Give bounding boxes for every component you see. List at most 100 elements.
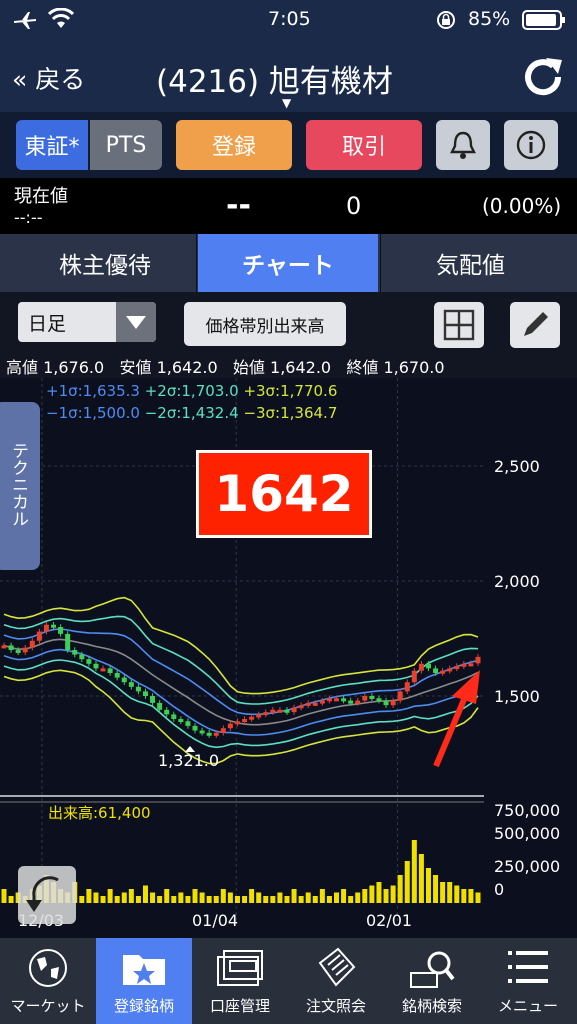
volume-bar — [277, 892, 283, 903]
volume-bar — [79, 896, 85, 903]
candle-body — [468, 663, 474, 667]
volume-bar — [404, 861, 410, 903]
volume-bar — [326, 896, 332, 903]
nav-orders[interactable]: 注文照会 — [288, 938, 384, 1024]
candle-body — [15, 650, 21, 653]
volume-bar — [284, 896, 290, 903]
candle-body — [36, 631, 42, 641]
band-legend-lower: −1σ:1,500.0 −2σ:1,432.4 −3σ:1,364.7 — [46, 404, 337, 422]
chevron-down-icon[interactable]: ▼ — [282, 96, 291, 110]
volume-bar — [461, 889, 467, 903]
low-price-marker — [185, 746, 195, 752]
candle-body — [263, 712, 269, 716]
market-pts-button[interactable]: PTS — [90, 120, 162, 170]
technical-tab[interactable]: テクニカル — [0, 402, 40, 570]
bell-icon — [450, 131, 476, 159]
candle-body — [178, 719, 184, 722]
current-price-label: 現在値 — [14, 186, 68, 207]
price-change-percent: (0.00%) — [482, 194, 562, 218]
candle-body — [404, 682, 410, 692]
chevron-down-icon — [116, 302, 156, 342]
band-legend-upper: +1σ:1,635.3 +2σ:1,703.0 +3σ:1,770.6 — [46, 382, 337, 400]
menu-icon — [508, 951, 548, 983]
nav-account[interactable]: 口座管理 — [192, 938, 288, 1024]
high-label: 高値 — [6, 358, 39, 377]
nav-search[interactable]: 銘柄検索 — [384, 938, 480, 1024]
price-callout: 1642 — [196, 450, 372, 538]
volume-profile-button[interactable]: 価格帯別出来高 — [184, 302, 346, 346]
period-select-value: 日足 — [28, 313, 67, 335]
candle-body — [291, 707, 297, 713]
candle-body — [227, 723, 233, 729]
band-p2: +2σ:1,703.0 — [144, 382, 239, 400]
trade-button[interactable]: 取引 — [306, 120, 422, 170]
candle-body — [326, 698, 332, 702]
info-button[interactable] — [504, 120, 558, 170]
candle-body — [454, 666, 460, 670]
candle-body — [43, 624, 49, 632]
candle-body — [164, 709, 170, 715]
volume-bar — [425, 868, 431, 903]
volume-bar — [256, 892, 262, 903]
price-row: 現在値 --:-- -- 0 (0.00%) — [0, 178, 577, 234]
candle-body — [234, 721, 240, 725]
volume-axis-tick: 0 — [494, 880, 504, 899]
undo-button[interactable] — [18, 866, 76, 924]
low-price-annotation: 1,321.0 — [158, 751, 219, 770]
undo-arrow-icon — [26, 876, 59, 912]
layout-button[interactable] — [434, 302, 484, 348]
price-time: --:-- — [14, 208, 43, 227]
candle-body — [312, 702, 318, 706]
volume-bar — [128, 889, 134, 903]
volume-bar — [86, 889, 92, 903]
period-select[interactable]: 日足 — [18, 302, 156, 342]
band-m1: −1σ:1,500.0 — [46, 404, 140, 422]
technical-tab-label: テクニカル — [8, 442, 28, 527]
candle-body — [121, 677, 127, 683]
nav-menu[interactable]: メニュー — [480, 938, 576, 1024]
low-label: 安値 — [119, 358, 152, 377]
bottom-nav: マーケット 登録銘柄 口座管理 注文照会 銘柄検索 メニュー — [0, 938, 577, 1024]
candle-body — [348, 700, 354, 704]
volume-bar — [475, 892, 481, 903]
candle-body — [220, 728, 226, 733]
volume-bar — [199, 892, 205, 903]
chart-area[interactable]: 2,5002,0001,500750,000500,000250,000012/… — [0, 378, 577, 938]
ohlc-row: 高値 1,676.0 安値 1,642.0 始値 1,642.0 終値 1,67… — [6, 354, 445, 378]
price-change: 0 — [346, 192, 362, 220]
tab-quotes[interactable]: 気配値 — [380, 234, 560, 292]
volume-bar — [8, 896, 14, 903]
candle-body — [171, 714, 177, 719]
candle-body — [376, 698, 382, 702]
volume-bar — [334, 892, 340, 903]
volume-bar — [157, 896, 163, 903]
tab-bar: 株主優待 チャート 気配値 — [0, 234, 577, 292]
nav-market-label: マーケット — [10, 997, 86, 1015]
alert-button[interactable] — [436, 120, 490, 170]
volume-bar — [263, 896, 269, 903]
candle-body — [334, 698, 340, 702]
tab-chart[interactable]: チャート — [198, 234, 378, 292]
tab-shareholder-benefits[interactable]: 株主優待 — [14, 234, 197, 292]
volume-bar — [397, 875, 403, 903]
candle-body — [150, 696, 156, 703]
page-title[interactable]: (4216) 旭有機材 — [156, 56, 393, 101]
register-button[interactable]: 登録 — [176, 120, 292, 170]
volume-bar — [164, 889, 170, 903]
draw-button[interactable] — [510, 302, 560, 348]
candle-body — [305, 702, 311, 706]
candle-body — [100, 668, 106, 672]
market-tse-button[interactable]: 東証* — [16, 120, 88, 170]
x-axis-tick: 02/01 — [366, 911, 412, 930]
nav-market[interactable]: マーケット — [0, 938, 96, 1024]
volume-bar — [234, 896, 240, 903]
refresh-icon[interactable] — [520, 54, 566, 100]
volume-bar — [150, 892, 156, 903]
back-button[interactable]: « 戻る — [12, 60, 85, 96]
high-value: 1,676.0 — [43, 358, 105, 377]
volume-bar — [319, 889, 325, 903]
nav-search-label: 銘柄検索 — [401, 997, 462, 1015]
nav-watchlist[interactable]: 登録銘柄 — [96, 938, 192, 1024]
candle-body — [86, 659, 92, 664]
open-value: 1,642.0 — [270, 358, 332, 377]
